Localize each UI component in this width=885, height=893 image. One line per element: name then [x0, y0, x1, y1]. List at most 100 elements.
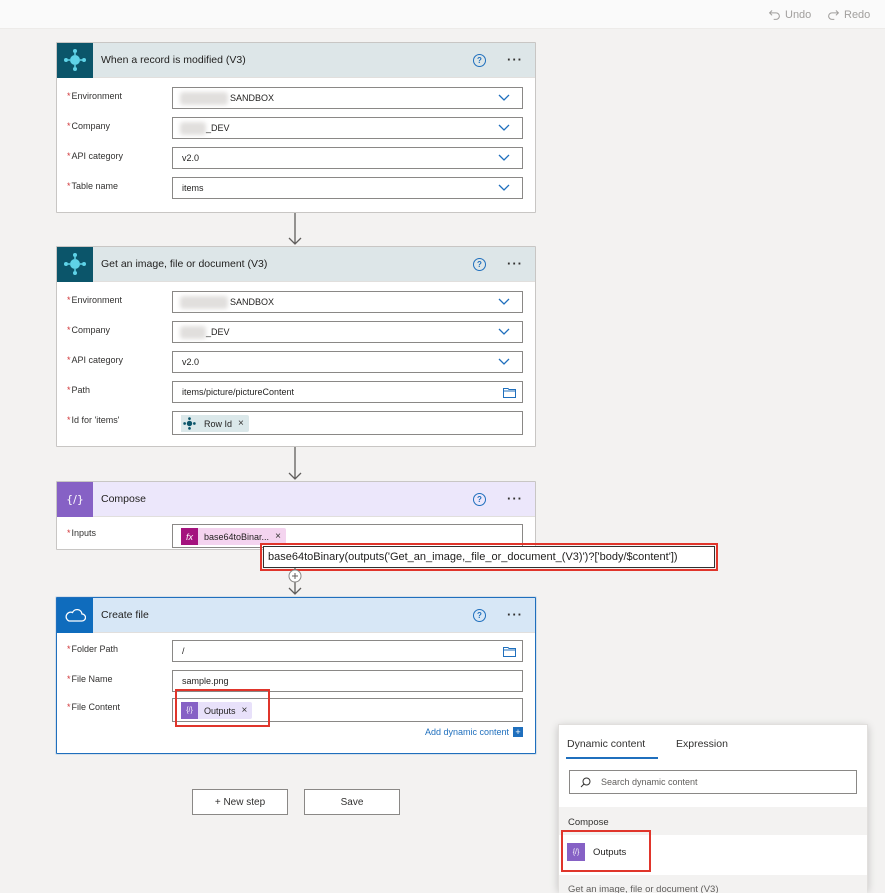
path-row: *Path items/picture/pictureContent — [57, 381, 535, 403]
chevron-down-icon — [498, 298, 510, 305]
path-input[interactable]: items/picture/pictureContent — [172, 381, 523, 403]
folder-path-label: Folder Path — [71, 644, 119, 654]
remove-token-icon[interactable]: × — [275, 531, 281, 542]
remove-token-icon[interactable]: × — [242, 705, 248, 716]
search-icon — [580, 777, 591, 788]
help-icon[interactable]: ? — [473, 53, 486, 67]
remove-token-icon[interactable]: × — [238, 418, 244, 429]
get-image-card[interactable]: Get an image, file or document (V3) ? ··… — [56, 246, 536, 447]
section-label: Get an image, file or document (V3) — [568, 884, 719, 893]
outputs-label: Outputs — [593, 846, 627, 858]
more-options-icon[interactable]: ··· — [503, 492, 527, 505]
file-name-input[interactable]: sample.png — [172, 670, 523, 692]
company-label: Company — [71, 121, 111, 131]
api-category-row: *API category v2.0 — [57, 351, 535, 373]
file-name-row: *File Name sample.png — [57, 670, 535, 692]
trigger-card[interactable]: When a record is modified (V3) ? ··· *En… — [56, 42, 536, 213]
add-dynamic-content-label: Add dynamic content — [424, 727, 509, 737]
compose-icon: {/} — [181, 702, 198, 719]
chevron-down-icon — [498, 328, 510, 335]
more-options-icon[interactable]: ··· — [503, 257, 527, 270]
add-step-connector[interactable] — [285, 568, 305, 596]
save-button[interactable]: Save — [304, 789, 400, 815]
environment-value: SANDBOX — [230, 93, 275, 103]
more-options-icon[interactable]: ··· — [503, 608, 527, 621]
redo-icon — [828, 10, 840, 20]
top-command-bar: Undo Redo — [0, 0, 885, 29]
get-image-section-header: Get an image, file or document (V3) — [559, 875, 867, 893]
api-category-row: *API category v2.0 — [57, 147, 535, 169]
company-row: *Company _DEV — [57, 321, 535, 343]
trigger-card-header[interactable]: When a record is modified (V3) ? ··· — [57, 42, 535, 78]
redo-label: Redo — [844, 8, 871, 21]
new-step-button[interactable]: + New step — [192, 789, 288, 815]
search-input[interactable]: Search dynamic content — [569, 770, 857, 794]
folder-icon[interactable] — [503, 387, 516, 398]
business-central-icon — [57, 42, 93, 78]
file-content-input[interactable]: {/} Outputs × — [172, 698, 523, 722]
active-tab-indicator — [566, 757, 658, 759]
card-title: Compose — [101, 493, 146, 505]
onedrive-icon — [57, 597, 93, 633]
folder-path-input[interactable]: / — [172, 640, 523, 662]
add-dynamic-content-link[interactable]: Add dynamic content + — [425, 727, 523, 737]
company-row: *Company _DEV — [57, 117, 535, 139]
help-icon[interactable]: ? — [473, 608, 486, 622]
create-file-card[interactable]: Create file ? ··· *Folder Path / *File N… — [56, 597, 536, 754]
environment-dropdown[interactable]: SANDBOX — [172, 291, 523, 313]
table-name-label: Table name — [71, 181, 119, 191]
outputs-token[interactable]: {/} Outputs × — [181, 702, 253, 719]
path-label: Path — [71, 385, 91, 395]
company-dropdown[interactable]: _DEV — [172, 321, 523, 343]
help-icon[interactable]: ? — [473, 257, 486, 271]
compose-card-header[interactable]: {/} Compose ? ··· — [57, 481, 535, 517]
more-options-icon[interactable]: ··· — [503, 53, 527, 66]
tab-dynamic-content[interactable]: Dynamic content — [567, 738, 645, 750]
search-placeholder: Search dynamic content — [601, 777, 698, 787]
inputs-input[interactable]: fx base64toBinar... × — [172, 524, 523, 548]
svg-text:{/}: {/} — [66, 493, 84, 506]
card-title: Get an image, file or document (V3) — [101, 258, 268, 270]
compose-icon: {/} — [567, 843, 585, 861]
environment-dropdown[interactable]: SANDBOX — [172, 87, 523, 109]
redo-button[interactable]: Redo — [827, 8, 870, 21]
environment-label: Environment — [71, 91, 123, 101]
api-category-value: v2.0 — [182, 357, 200, 367]
create-file-card-header[interactable]: Create file ? ··· — [57, 597, 535, 633]
chevron-down-icon — [498, 184, 510, 191]
get-image-card-header[interactable]: Get an image, file or document (V3) ? ··… — [57, 246, 535, 282]
api-category-value: v2.0 — [182, 153, 200, 163]
undo-icon — [768, 10, 780, 20]
plus-icon: + — [513, 727, 523, 737]
undo-button[interactable]: Undo — [768, 8, 811, 21]
fx-icon: fx — [181, 528, 198, 545]
help-icon[interactable]: ? — [473, 492, 486, 506]
chevron-down-icon — [498, 154, 510, 161]
company-value: _DEV — [206, 327, 230, 337]
company-value: _DEV — [206, 123, 230, 133]
token-label: base64toBinar... — [204, 531, 270, 542]
id-items-label: Id for 'items' — [71, 415, 120, 425]
environment-value: SANDBOX — [230, 297, 275, 307]
company-dropdown[interactable]: _DEV — [172, 117, 523, 139]
chevron-down-icon — [498, 124, 510, 131]
compose-card[interactable]: {/} Compose ? ··· *Inputs fx base64toBin… — [56, 481, 536, 550]
api-category-label: API category — [71, 151, 124, 161]
table-name-dropdown[interactable]: items — [172, 177, 523, 199]
panel-tabs: Dynamic content Expression — [559, 725, 867, 761]
compose-icon: {/} — [57, 481, 93, 517]
api-category-dropdown[interactable]: v2.0 — [172, 351, 523, 373]
company-label: Company — [71, 325, 111, 335]
folder-icon[interactable] — [503, 646, 516, 657]
expression-token[interactable]: fx base64toBinar... × — [181, 528, 286, 545]
tab-expression[interactable]: Expression — [676, 738, 728, 750]
api-category-label: API category — [71, 355, 124, 365]
row-id-token[interactable]: Row Id × — [181, 415, 249, 432]
business-central-icon — [181, 415, 198, 432]
expression-tooltip: base64toBinary(outputs('Get_an_image,_fi… — [263, 546, 715, 568]
id-items-input[interactable]: Row Id × — [172, 411, 523, 435]
chevron-down-icon — [498, 94, 510, 101]
api-category-dropdown[interactable]: v2.0 — [172, 147, 523, 169]
outputs-item[interactable]: {/} Outputs — [567, 843, 626, 861]
token-label: Outputs — [204, 705, 236, 716]
